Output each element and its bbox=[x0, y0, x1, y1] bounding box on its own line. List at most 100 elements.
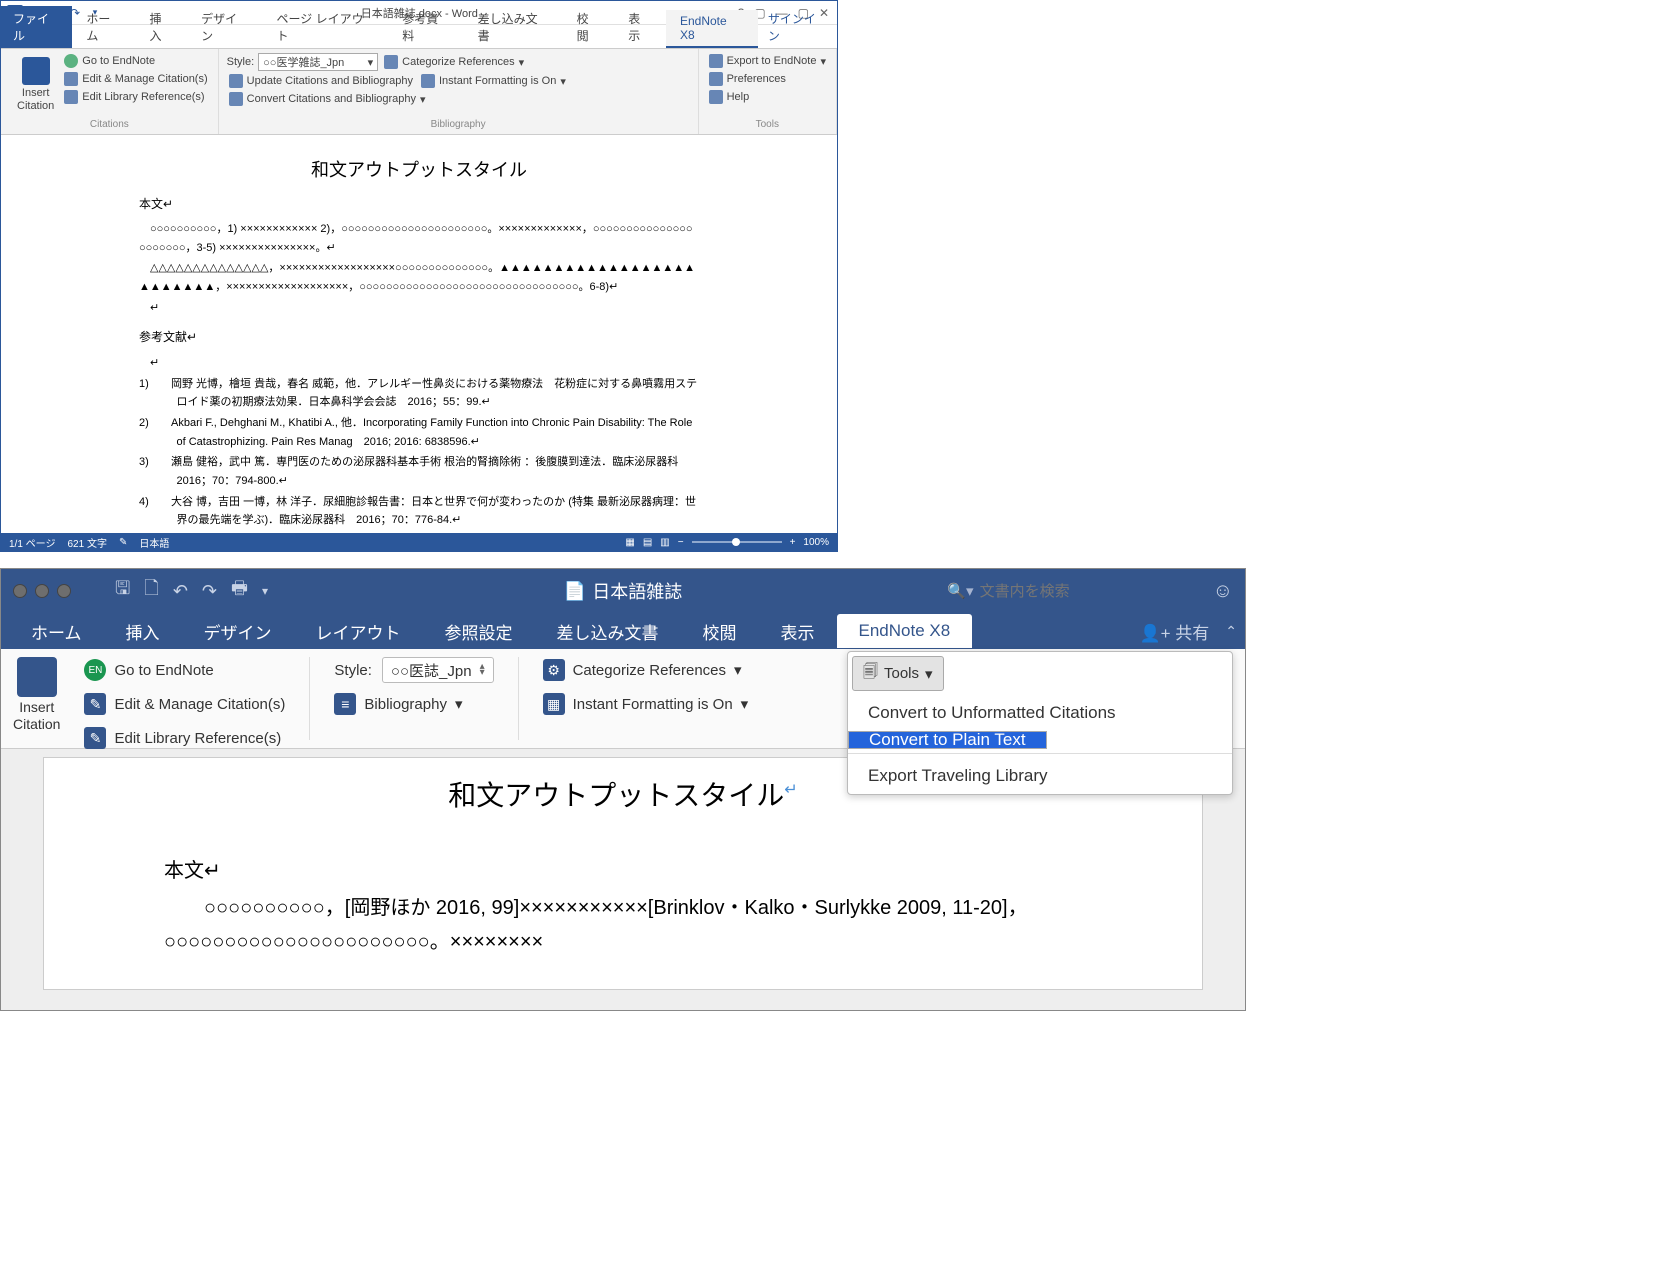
design-tab[interactable]: デザイン bbox=[187, 6, 262, 48]
mac-style-select[interactable]: ○○医誌_Jpn ▴▾ bbox=[382, 657, 494, 683]
help-button[interactable]: Help bbox=[707, 89, 828, 105]
export-endnote-button[interactable]: Export to EndNote ▾ bbox=[707, 53, 828, 69]
convert-citations-button[interactable]: Convert Citations and Bibliography ▾ bbox=[227, 91, 428, 107]
insert-citation-button[interactable]: InsertCitation bbox=[9, 53, 62, 117]
blank-line: ↵ bbox=[139, 299, 699, 318]
bibliography-icon: ≡ bbox=[334, 693, 356, 715]
zoom-slider[interactable] bbox=[692, 541, 782, 543]
spellcheck-icon[interactable]: ✎ bbox=[119, 537, 127, 548]
goto-endnote-label: Go to EndNote bbox=[82, 55, 155, 67]
print-layout-icon[interactable]: ▤ bbox=[643, 537, 652, 548]
mac-ribbon-tabs: ホーム 挿入 デザイン レイアウト 参照設定 差し込み文書 校閲 表示 EndN… bbox=[1, 613, 1245, 649]
feedback-icon[interactable]: ☺ bbox=[1213, 580, 1233, 603]
review-tab[interactable]: 校閲 bbox=[563, 6, 615, 48]
tools-button[interactable]: 🗐Tools ▾ bbox=[852, 656, 944, 691]
page-count[interactable]: 1/1 ページ bbox=[9, 535, 55, 550]
zoom-out-icon[interactable]: − bbox=[678, 537, 684, 548]
edit-citations-icon bbox=[64, 72, 78, 86]
mac-layout-tab[interactable]: レイアウト bbox=[294, 612, 423, 651]
view-tab[interactable]: 表示 bbox=[614, 6, 666, 48]
home-tab[interactable]: ホーム bbox=[72, 6, 135, 48]
mac-categorize-button[interactable]: ⚙Categorize References ▾ bbox=[543, 657, 749, 683]
zoom-traffic-icon[interactable] bbox=[57, 584, 71, 598]
convert-label: Convert Citations and Bibliography bbox=[247, 93, 416, 105]
mac-insert-tab[interactable]: 挿入 bbox=[104, 612, 182, 651]
mac-review-tab[interactable]: 校閲 bbox=[681, 612, 759, 651]
traffic-lights bbox=[13, 584, 71, 598]
references-tab[interactable]: 参考資料 bbox=[388, 6, 463, 48]
web-layout-icon[interactable]: ▥ bbox=[660, 537, 669, 548]
share-button[interactable]: 👤+ 共有 bbox=[1139, 619, 1209, 644]
edit-manage-citations-button[interactable]: Edit & Manage Citation(s) bbox=[62, 71, 209, 87]
read-mode-icon[interactable]: ▦ bbox=[625, 537, 634, 548]
mac-edit-library-button[interactable]: ✎Edit Library Reference(s) bbox=[84, 725, 285, 751]
document-area[interactable]: 和文アウトプットスタイル 本文↵ ○○○○○○○○○○，1) ×××××××××… bbox=[1, 135, 837, 533]
insert-citation-icon bbox=[22, 57, 50, 85]
save-icon[interactable]: 🖫 bbox=[115, 576, 130, 606]
tools-icon: 🗐 bbox=[863, 661, 878, 686]
preferences-button[interactable]: Preferences bbox=[707, 71, 828, 87]
ref-item-5: 5)朝子 幹也．アレルギー性鼻炎治療における手術の役割 手術方法の選択とコツ．日… bbox=[139, 532, 699, 533]
categorize-refs-button[interactable]: Categorize References ▾ bbox=[382, 54, 526, 70]
zoom-level[interactable]: 100% bbox=[803, 537, 829, 548]
separator bbox=[309, 657, 310, 740]
print-icon[interactable]: 🖶 bbox=[231, 576, 248, 606]
page: 和文アウトプットスタイル 本文↵ ○○○○○○○○○○，1) ×××××××××… bbox=[99, 147, 739, 533]
search-input[interactable] bbox=[980, 583, 1179, 600]
undo-icon[interactable]: ↶ bbox=[173, 581, 188, 602]
mac-design-tab[interactable]: デザイン bbox=[182, 612, 294, 651]
goto-endnote-button[interactable]: Go to EndNote bbox=[62, 53, 209, 69]
instant-label: Instant Formatting is On bbox=[439, 75, 556, 87]
preferences-label: Preferences bbox=[727, 73, 786, 85]
para-mark-icon: ↵ bbox=[784, 782, 797, 799]
mac-instant-formatting-button[interactable]: ▦Instant Formatting is On ▾ bbox=[543, 691, 749, 717]
ref-item-2: 2)Akbari F., Dehghani M., Khatibi A., 他．… bbox=[139, 414, 699, 451]
menu-convert-plain-text[interactable]: Convert to Plain Text bbox=[848, 731, 1047, 749]
instant-formatting-button[interactable]: Instant Formatting is On ▾ bbox=[419, 73, 568, 89]
collapse-ribbon-icon[interactable]: ⌃ bbox=[1225, 623, 1237, 640]
language[interactable]: 日本語 bbox=[139, 535, 169, 550]
close-traffic-icon[interactable] bbox=[13, 584, 27, 598]
style-select[interactable]: ○○医学雑誌_Jpn▾ bbox=[258, 53, 378, 71]
instant-icon bbox=[421, 74, 435, 88]
mac-bibliography-button[interactable]: ≡Bibliography ▾ bbox=[334, 691, 493, 717]
convert-icon bbox=[229, 92, 243, 106]
mac-references-tab[interactable]: 参照設定 bbox=[423, 612, 535, 651]
edit-library-refs-button[interactable]: Edit Library Reference(s) bbox=[62, 89, 209, 105]
file-tab[interactable]: ファイル bbox=[1, 6, 72, 48]
mac-view-tab[interactable]: 表示 bbox=[759, 612, 837, 651]
menu-convert-unformatted[interactable]: Convert to Unformatted Citations bbox=[848, 695, 1232, 731]
mac-mailings-tab[interactable]: 差し込み文書 bbox=[535, 612, 681, 651]
ref-item-1: 1)岡野 光博，檜垣 貴哉，春名 威範，他．アレルギー性鼻炎における薬物療法 花… bbox=[139, 375, 699, 412]
new-icon[interactable]: 🗋 bbox=[144, 576, 158, 606]
mac-home-tab[interactable]: ホーム bbox=[9, 612, 104, 651]
word-count[interactable]: 621 文字 bbox=[67, 535, 106, 550]
search-box[interactable]: 🔍▾ bbox=[947, 582, 1178, 600]
minimize-traffic-icon[interactable] bbox=[35, 584, 49, 598]
signin-link[interactable]: サインイン bbox=[758, 6, 837, 48]
citations-group: InsertCitation Go to EndNote Edit & Mana… bbox=[1, 49, 219, 134]
export-icon bbox=[709, 54, 723, 68]
ref-item-3: 3)瀬島 健裕，武中 篤．専門医のための泌尿器科基本手術 根治的腎摘除術 ：後腹… bbox=[139, 453, 699, 490]
mac-ribbon: InsertCitation ENGo to EndNote ✎Edit & M… bbox=[1, 649, 1245, 749]
ribbon-tabs: ファイル ホーム 挿入 デザイン ページ レイアウト 参考資料 差し込み文書 校… bbox=[1, 25, 837, 49]
mac-edit-manage-button[interactable]: ✎Edit & Manage Citation(s) bbox=[84, 691, 285, 717]
update-citations-button[interactable]: Update Citations and Bibliography bbox=[227, 73, 415, 89]
mailings-tab[interactable]: 差し込み文書 bbox=[464, 6, 563, 48]
redo-icon[interactable]: ↷ bbox=[202, 581, 217, 602]
insert-citation-icon bbox=[17, 657, 57, 697]
categorize-icon bbox=[384, 55, 398, 69]
insert-tab[interactable]: 挿入 bbox=[135, 6, 187, 48]
windows-word-window: W 💾 ↶ ↷ ▾ 日本語雑誌.docx - Word ? ▢ — ▢ ✕ ファ… bbox=[0, 0, 838, 552]
zoom-in-icon[interactable]: + bbox=[790, 537, 796, 548]
mac-endnote-tab[interactable]: EndNote X8 bbox=[837, 614, 973, 648]
citations-group-title: Citations bbox=[9, 119, 210, 130]
refs-label: 参考文献↵ bbox=[139, 327, 699, 347]
customize-icon[interactable]: ▾ bbox=[262, 584, 268, 598]
mac-goto-endnote-button[interactable]: ENGo to EndNote bbox=[84, 657, 285, 683]
mac-insert-citation-button[interactable]: InsertCitation bbox=[13, 657, 60, 733]
insert-citation-label: InsertCitation bbox=[13, 699, 60, 733]
page-layout-tab[interactable]: ページ レイアウト bbox=[263, 6, 389, 48]
menu-export-traveling-library[interactable]: Export Traveling Library bbox=[848, 758, 1232, 794]
endnote-tab[interactable]: EndNote X8 bbox=[666, 10, 758, 48]
